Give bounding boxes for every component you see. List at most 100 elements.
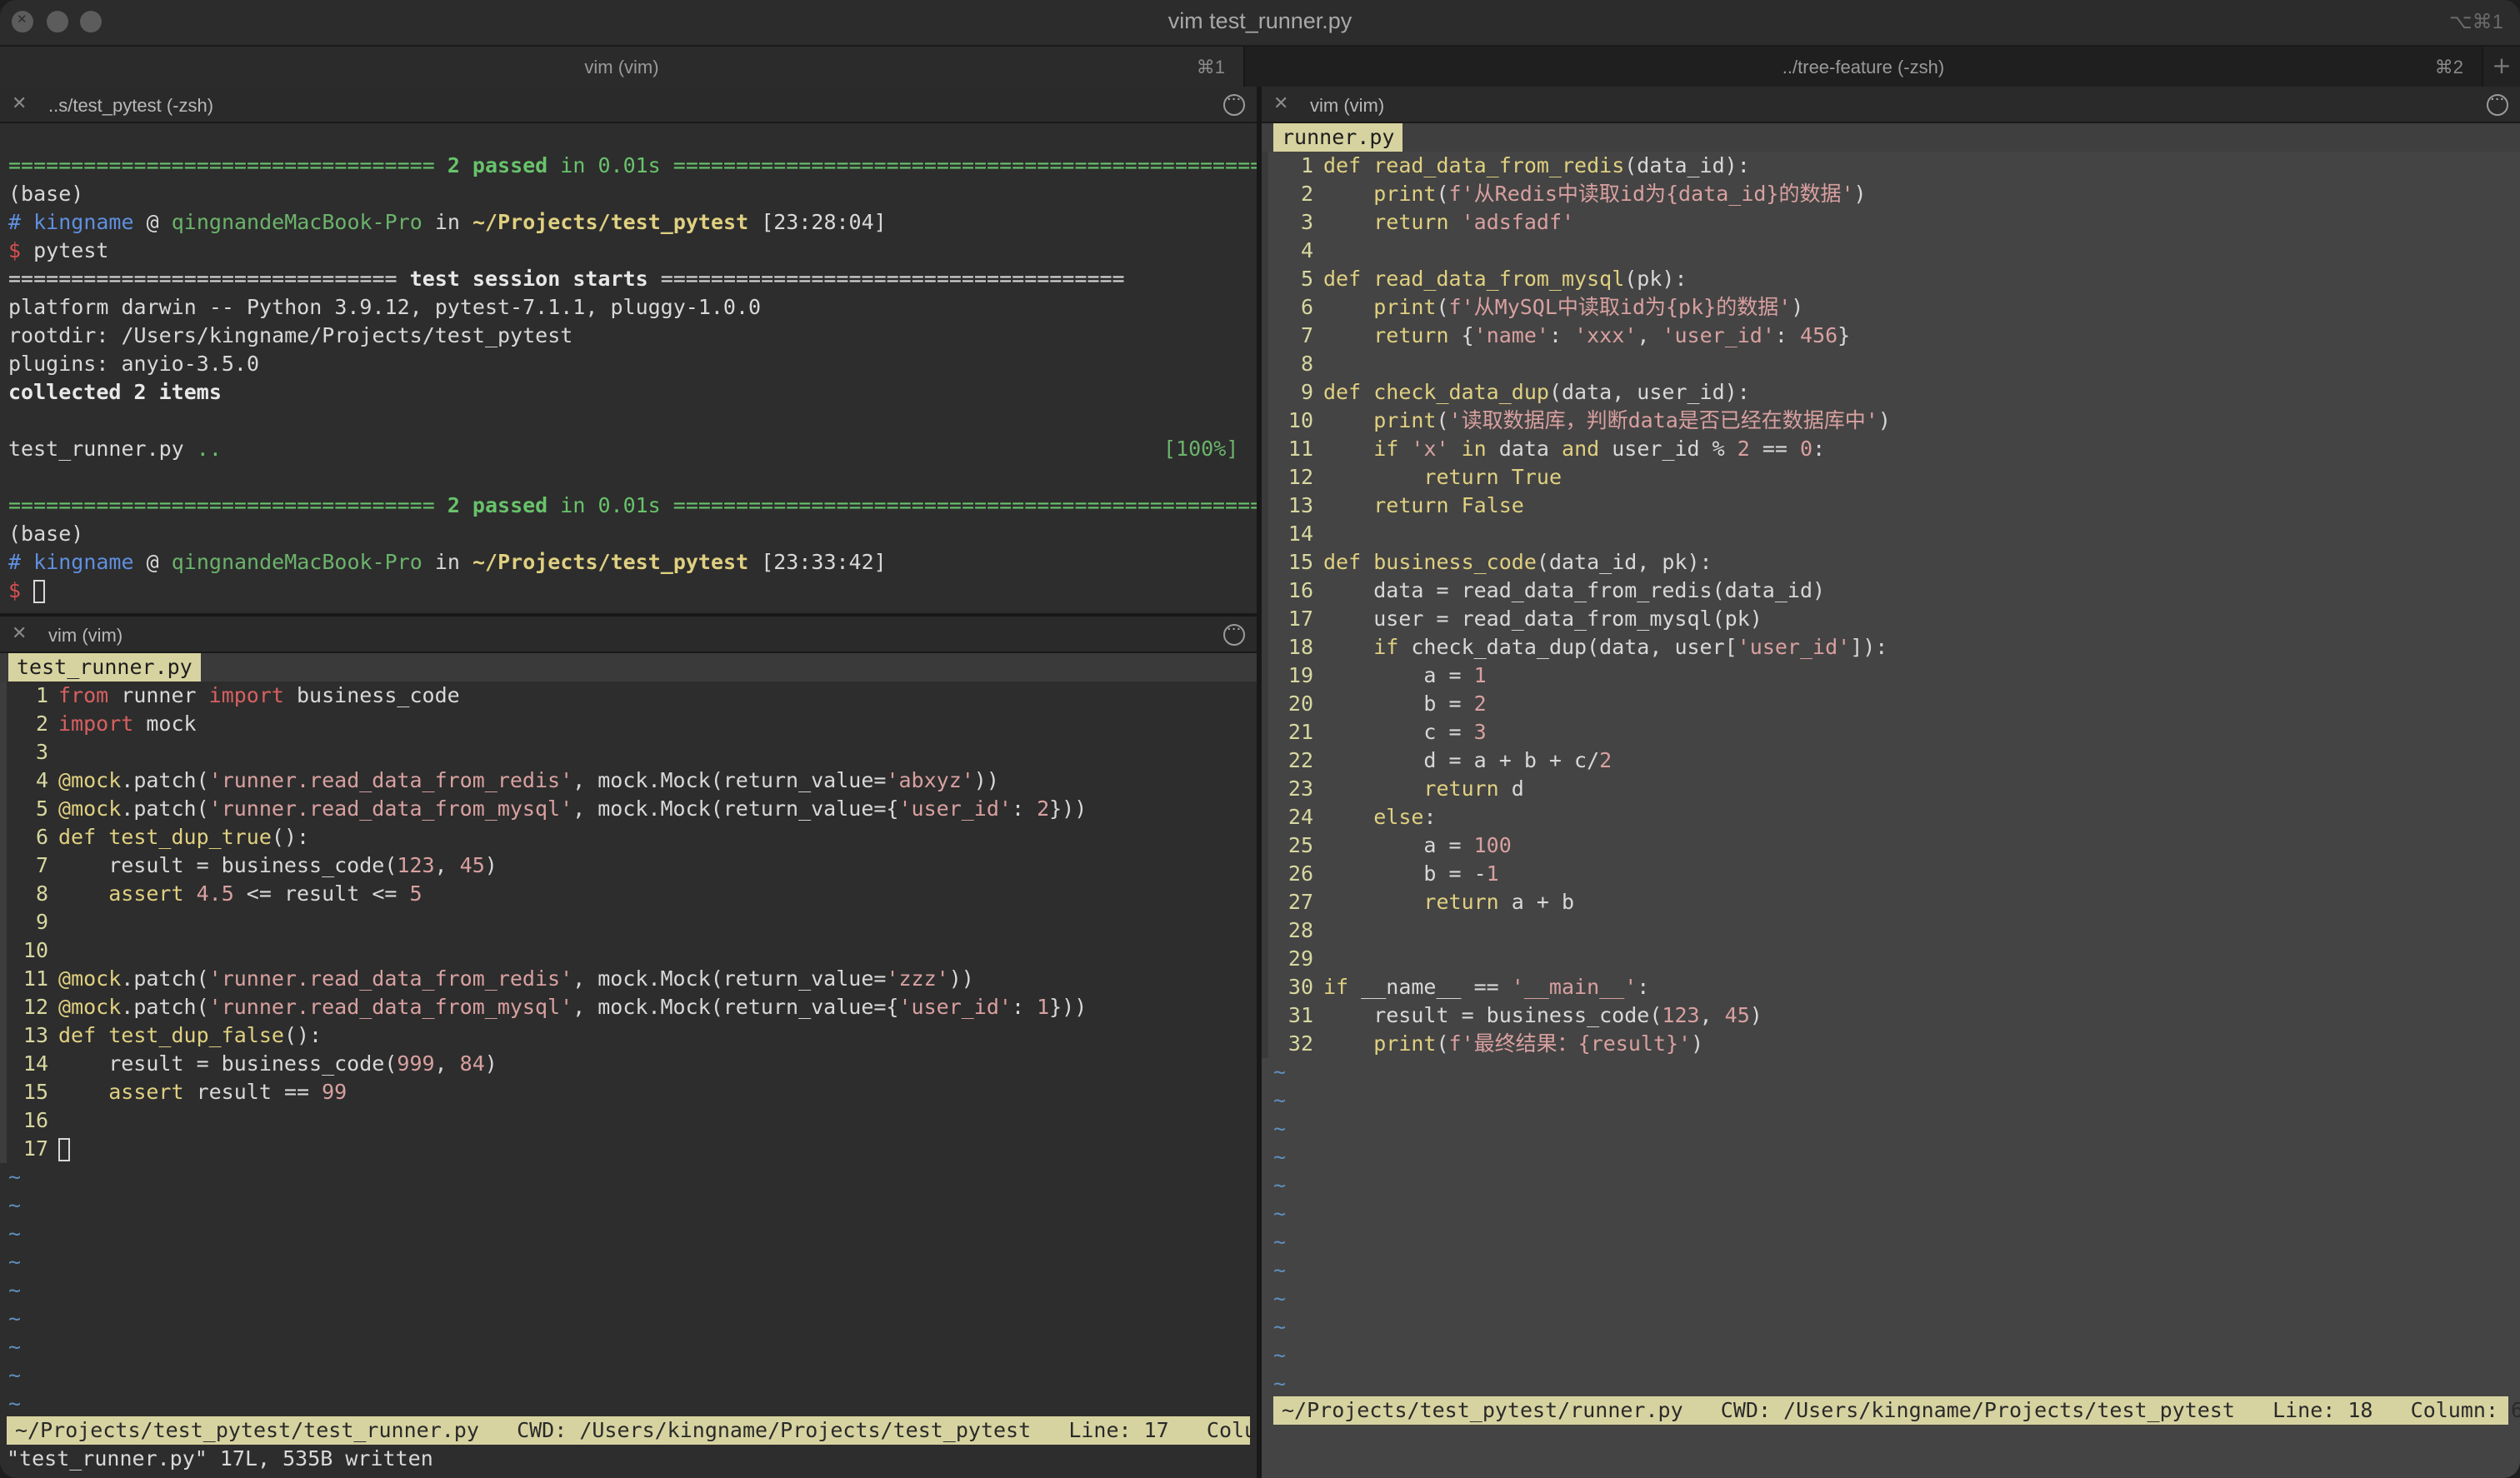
empty-line-tilde: ~ <box>8 1363 22 1387</box>
pane-title: vim (vim) <box>48 625 123 646</box>
more-options-icon[interactable] <box>2487 91 2508 116</box>
code-line[interactable]: 10 print('读取数据库，判断data是否已经在数据库中') <box>1262 407 2520 435</box>
pane-header: ✕ ..s/test_pytest (-zsh) <box>0 87 1257 123</box>
code-line[interactable]: 13 def test_dup_false(): <box>0 1021 1257 1050</box>
empty-line-tilde: ~ <box>1273 1060 1287 1084</box>
empty-line-tilde: ~ <box>8 1221 22 1246</box>
code-line[interactable]: 27 return a + b <box>1262 888 2520 916</box>
empty-line-tilde: ~ <box>1273 1371 1287 1396</box>
code-line[interactable]: 17 <box>0 1135 1257 1163</box>
code-line[interactable]: 26 b = -1 <box>1262 860 2520 888</box>
terminal-pane[interactable]: ✕ ..s/test_pytest (-zsh) ===============… <box>0 87 1257 613</box>
code-line[interactable]: 5 def read_data_from_mysql(pk): <box>1262 265 2520 293</box>
line-number: 28 <box>1288 918 1313 942</box>
line-number: 4 <box>35 768 48 792</box>
command-input[interactable]: $ <box>0 577 1257 605</box>
code-line[interactable]: 6 print(f'从MySQL中读取id为{pk}的数据') <box>1262 293 2520 322</box>
code-line[interactable]: 22 d = a + b + c/2 <box>1262 746 2520 775</box>
line-number: 17 <box>22 1136 48 1161</box>
code-line[interactable]: 8 <box>1262 350 2520 378</box>
vim-editor-left[interactable]: test_runner.py 1 from runner import busin… <box>0 653 1257 1478</box>
platform-line: platform darwin -- Python 3.9.12, pytest… <box>8 295 762 319</box>
line-number: 5 <box>35 796 48 821</box>
code-line[interactable]: 32 print(f'最终结果：{result}') <box>1262 1030 2520 1058</box>
tab-vim[interactable]: vim (vim) ⌘1 <box>0 47 1245 87</box>
code-line[interactable]: 31 result = business_code(123, 45) <box>1262 1001 2520 1030</box>
line-number: 11 <box>22 966 48 991</box>
vim-buffer-tab[interactable]: runner.py <box>1273 123 1403 152</box>
vim-tabline: test_runner.py <box>0 653 1257 682</box>
code-line[interactable]: 20 b = 2 <box>1262 690 2520 718</box>
code-line[interactable]: 1 def read_data_from_redis(data_id): <box>1262 152 2520 180</box>
close-pane-icon[interactable]: ✕ <box>12 623 27 644</box>
code-line[interactable]: 3 <box>0 738 1257 766</box>
code-line[interactable]: 8 assert 4.5 <= result <= 5 <box>0 880 1257 908</box>
close-pane-icon[interactable]: ✕ <box>12 93 27 114</box>
empty-line-tilde: ~ <box>1273 1286 1287 1311</box>
code-line[interactable]: 24 else: <box>1262 803 2520 831</box>
code-line[interactable]: 11 if 'x' in data and user_id % 2 == 0: <box>1262 435 2520 463</box>
line-number: 8 <box>35 881 48 906</box>
code-line[interactable]: 14 <box>1262 520 2520 548</box>
code-line[interactable]: 17 user = read_data_from_mysql(pk) <box>1262 605 2520 633</box>
more-options-icon[interactable] <box>1223 91 1245 116</box>
session-line: =============================== test ses… <box>8 267 1125 291</box>
code-line[interactable]: 2 print(f'从Redis中读取id为{data_id}的数据') <box>1262 180 2520 208</box>
new-tab-icon[interactable]: + <box>2483 47 2520 87</box>
vim-editor-right[interactable]: runner.py 1 def read_data_from_redis(data… <box>1262 123 2520 1478</box>
line-number: 32 <box>1288 1031 1313 1056</box>
code-line[interactable]: 14 result = business_code(999, 84) <box>0 1050 1257 1078</box>
code-line[interactable]: 3 return 'adsfadf' <box>1262 208 2520 237</box>
code-line[interactable]: 6 def test_dup_true(): <box>0 823 1257 851</box>
code-line[interactable]: 2 import mock <box>0 710 1257 738</box>
code-line[interactable]: 15 def business_code(data_id, pk): <box>1262 548 2520 577</box>
code-area[interactable]: 1 def read_data_from_redis(data_id): 2 pri… <box>1262 152 2520 1058</box>
code-line[interactable]: 12 return True <box>1262 463 2520 492</box>
line-number: 3 <box>35 740 48 764</box>
code-line[interactable]: 13 return False <box>1262 492 2520 520</box>
code-line[interactable]: 7 return {'name': 'xxx', 'user_id': 456} <box>1262 322 2520 350</box>
window-title: vim test_runner.py <box>1168 8 1352 33</box>
code-line[interactable]: 21 c = 3 <box>1262 718 2520 746</box>
vim-pane-right[interactable]: ✕ vim (vim) runner.py 1def read_data_fro… <box>1262 87 2520 1478</box>
text-cursor <box>58 1138 70 1161</box>
tab-tree-feature[interactable]: ../tree-feature (-zsh) ⌘2 <box>1245 47 2483 87</box>
code-line[interactable]: 4 <box>1262 237 2520 265</box>
code-line[interactable]: 1 from runner import business_code <box>0 682 1257 710</box>
code-line[interactable]: 9 <box>0 908 1257 936</box>
tab-bar: vim (vim) ⌘1 ../tree-feature (-zsh) ⌘2 + <box>0 47 2520 87</box>
tab-label: vim (vim) <box>584 57 659 77</box>
code-area[interactable]: 1 from runner import business_code 2 import… <box>0 682 1257 1163</box>
empty-line-tilde: ~ <box>1273 1343 1287 1367</box>
code-line[interactable]: 5 @mock.patch('runner.read_data_from_mysq… <box>0 795 1257 823</box>
vim-buffer-tab[interactable]: test_runner.py <box>8 653 201 682</box>
line-number: 12 <box>1288 465 1313 489</box>
empty-line-tilde: ~ <box>1273 1088 1287 1112</box>
code-line[interactable]: 11 @mock.patch('runner.read_data_from_red… <box>0 965 1257 993</box>
code-line[interactable]: 25 a = 100 <box>1262 831 2520 860</box>
code-line[interactable]: 18 if check_data_dup(data, user['user_id… <box>1262 633 2520 662</box>
code-line[interactable]: 9 def check_data_dup(data, user_id): <box>1262 378 2520 407</box>
more-options-icon[interactable] <box>1223 621 1245 646</box>
code-line[interactable]: 15 assert result == 99 <box>0 1078 1257 1106</box>
pane-header: ✕ vim (vim) <box>1262 87 2520 123</box>
code-line[interactable]: 19 a = 1 <box>1262 662 2520 690</box>
line-number: 25 <box>1288 833 1313 857</box>
line-number: 14 <box>22 1051 48 1076</box>
line-number: 30 <box>1288 975 1313 999</box>
vim-pane-left[interactable]: ✕ vim (vim) test_runner.py 1from runner … <box>0 617 1257 1478</box>
code-line[interactable]: 30 if __name__ == '__main__': <box>1262 973 2520 1001</box>
collected-line: collected 2 items <box>8 380 222 404</box>
code-line[interactable]: 7 result = business_code(123, 45) <box>0 851 1257 880</box>
code-line[interactable]: 16 <box>0 1106 1257 1135</box>
empty-line-tilde: ~ <box>1273 1116 1287 1141</box>
code-line[interactable]: 16 data = read_data_from_redis(data_id) <box>1262 577 2520 605</box>
code-line[interactable]: 29 <box>1262 945 2520 973</box>
code-line[interactable]: 12 @mock.patch('runner.read_data_from_mys… <box>0 993 1257 1021</box>
pane-title: vim (vim) <box>1310 95 1385 116</box>
code-line[interactable]: 4 @mock.patch('runner.read_data_from_redi… <box>0 766 1257 795</box>
code-line[interactable]: 28 <box>1262 916 2520 945</box>
close-pane-icon[interactable]: ✕ <box>1273 93 1288 114</box>
code-line[interactable]: 10 <box>0 936 1257 965</box>
code-line[interactable]: 23 return d <box>1262 775 2520 803</box>
